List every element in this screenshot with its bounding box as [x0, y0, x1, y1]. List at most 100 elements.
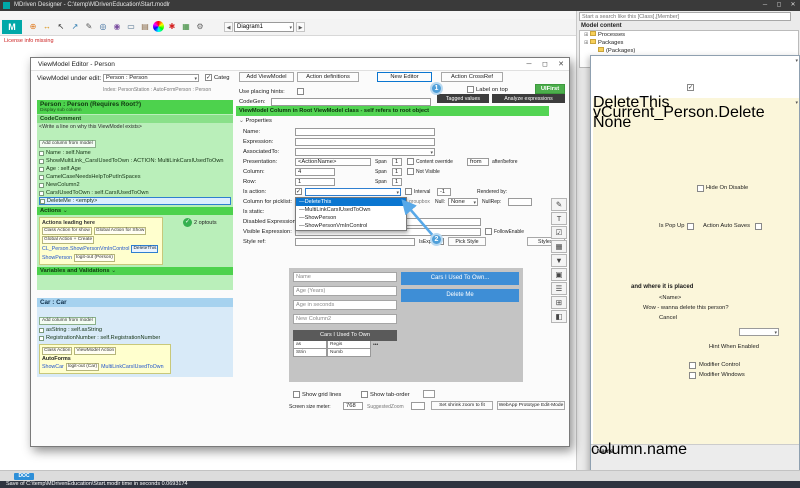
edit-pencil-icon[interactable]: ✎	[551, 198, 567, 211]
tree-item[interactable]: ⊞Packages	[580, 39, 798, 47]
column-checkbox[interactable]	[39, 183, 44, 188]
image-tool-icon[interactable]: ▣	[551, 268, 567, 281]
screen-size-field[interactable]: 768	[343, 402, 363, 410]
action-link[interactable]: MultiLinkCarsIUsedToOwn	[101, 364, 163, 371]
span-field-1[interactable]: 1	[392, 158, 402, 166]
is-action-checkbox[interactable]	[295, 188, 302, 195]
car-class-header[interactable]: Car : Car	[37, 298, 233, 307]
validate-icon[interactable]: ✱	[165, 20, 179, 34]
action-auto-saves-checkbox[interactable]	[755, 223, 762, 230]
class-tool-icon[interactable]: ▭	[124, 20, 138, 34]
next-diagram-button[interactable]: ▶	[296, 22, 305, 32]
action-combobox[interactable]	[305, 188, 401, 196]
not-visible-checkbox[interactable]	[407, 168, 414, 175]
pencil-tool-icon[interactable]: ✎	[82, 20, 96, 34]
presentation-field[interactable]: <ActionName>	[295, 158, 371, 166]
content-override-checkbox[interactable]	[407, 158, 414, 165]
chart-tool-icon[interactable]: ◧	[551, 310, 567, 323]
small-combobox[interactable]	[739, 328, 779, 336]
column-checkbox[interactable]	[39, 159, 44, 164]
viewmodel-column-row[interactable]: CarsIUsedToOwn : self.CarsIUsedToOwn	[39, 189, 231, 197]
action-chip[interactable]: ViewModel Action	[74, 347, 116, 355]
follow-enable-checkbox[interactable]	[485, 228, 492, 235]
cancel-label[interactable]: Cancel	[659, 315, 677, 321]
preview-delete-button[interactable]: Delete Me	[401, 289, 519, 302]
column-checkbox[interactable]	[39, 336, 44, 341]
viewmodel-column-row[interactable]: DeleteMe : <empty>	[39, 197, 231, 205]
diagram-selector[interactable]: Diagram1	[234, 22, 294, 32]
style-ref-field[interactable]	[295, 238, 415, 246]
preview-input[interactable]: New Column2	[293, 314, 397, 324]
span-field-2[interactable]: 1	[392, 168, 402, 176]
modifier-windows-checkbox[interactable]	[689, 372, 696, 379]
viewmodel-column-row[interactable]: NewColumn2	[39, 181, 231, 189]
action-chip[interactable]: Class Action for show	[42, 227, 92, 235]
tab-order-key-field[interactable]	[423, 390, 435, 398]
dialog-close-button[interactable]: ✕	[553, 58, 569, 71]
viewmodel-column-row[interactable]: Name : self.Name	[39, 149, 231, 157]
uifirst-button[interactable]: UIFirst	[535, 84, 565, 94]
suggested-zoom-field[interactable]	[411, 402, 425, 410]
close-button[interactable]: ✕	[786, 0, 800, 11]
is-pop-up-checkbox[interactable]	[687, 223, 694, 230]
span-field-3[interactable]: 1	[392, 178, 402, 186]
dropdown-option[interactable]: —MultiLinkCarsIUsedToOwn	[296, 206, 406, 214]
column-checkbox[interactable]	[39, 151, 44, 156]
preview-input[interactable]: Name	[293, 272, 397, 282]
associatedto-combobox[interactable]	[295, 148, 435, 156]
optouts-indicator[interactable]: ✓ 2 optouts	[183, 218, 217, 227]
viewmodel-column-row[interactable]: CamelCaseNeedsHelpToPutInSpaces	[39, 173, 231, 181]
action-chip[interactable]: Class Action	[42, 347, 72, 355]
categ-checkbox[interactable]	[205, 74, 212, 81]
pan-tool-icon[interactable]: ↔	[40, 20, 54, 34]
variables-band[interactable]: Variables and Validations	[37, 267, 233, 275]
car-add-column-link[interactable]: Add column from model	[39, 317, 96, 325]
combobox-tool-icon[interactable]: ▼	[551, 254, 567, 267]
add-viewmodel-button[interactable]: Add ViewModel	[239, 72, 294, 82]
action-chip[interactable]: Global Action for Show	[94, 227, 147, 235]
show-tab-order-checkbox[interactable]	[361, 391, 368, 398]
camera-tool-icon[interactable]: ◉	[110, 20, 124, 34]
action-chip[interactable]: logit-out (Car)	[66, 363, 99, 371]
form-top-combobox[interactable]	[591, 56, 661, 66]
column-field[interactable]: 4	[295, 168, 335, 176]
column-checkbox[interactable]	[40, 199, 45, 204]
properties-section-toggle[interactable]: Properties	[239, 118, 272, 124]
pick-style-button[interactable]: Pick Style	[448, 237, 486, 246]
move-tool-icon[interactable]: ⊕	[26, 20, 40, 34]
preview-input[interactable]: Age in seconds	[293, 300, 397, 310]
action-chip[interactable]: logit-out (Person)	[74, 254, 115, 262]
preview-table-more[interactable]: •••	[371, 341, 378, 349]
package-tool-icon[interactable]: ▤	[138, 20, 152, 34]
preview-cars-button[interactable]: Cars I Used To Own...	[401, 272, 519, 285]
car-column-row[interactable]: asString : self.asString	[39, 326, 231, 334]
column-checkbox[interactable]	[39, 175, 44, 180]
from-field[interactable]: from	[467, 158, 489, 166]
viewmodel-column-row[interactable]: Age : self.Age	[39, 165, 231, 173]
action-crossref-button[interactable]: Action CrossRef	[441, 72, 503, 82]
expression-field[interactable]	[295, 138, 435, 146]
column-checkbox[interactable]	[39, 328, 44, 333]
doc-badge[interactable]: DOC	[14, 473, 34, 480]
shrink-zoom-button[interactable]: Set shrink zoom to fit	[431, 401, 493, 410]
actions-band[interactable]: Actions	[37, 207, 233, 215]
minimize-button[interactable]: ─	[758, 0, 772, 11]
connector-tool-icon[interactable]: ↗	[68, 20, 82, 34]
dropdown-option[interactable]: —ShowPersonVmInControl	[296, 222, 406, 230]
tree-item[interactable]: ⊞Processes	[580, 31, 798, 39]
tagged-values-button[interactable]: Tagged values	[437, 94, 489, 103]
list-tool-icon[interactable]: ☰	[551, 282, 567, 295]
viewmodel-combobox[interactable]: Person : Person	[103, 74, 199, 82]
interval-field[interactable]: -1	[437, 188, 451, 196]
action-link[interactable]: CL_Person.ShowPersonVmInControl	[42, 246, 129, 253]
null-combobox[interactable]: None	[448, 198, 478, 206]
interval-checkbox[interactable]	[405, 188, 412, 195]
footer-name-field[interactable]: column.name	[591, 445, 787, 455]
nullrep-field[interactable]	[508, 198, 532, 206]
hide-on-disable-checkbox[interactable]	[697, 185, 704, 192]
zoom-tool-icon[interactable]: ◎	[96, 20, 110, 34]
dialog-maximize-button[interactable]: ◻	[537, 58, 553, 71]
action-chip[interactable]: Global Action + Create	[42, 236, 94, 244]
use-placing-hints-checkbox[interactable]	[297, 88, 304, 95]
car-column-row[interactable]: RegistrationNumber : self.RegistrationNu…	[39, 334, 231, 342]
